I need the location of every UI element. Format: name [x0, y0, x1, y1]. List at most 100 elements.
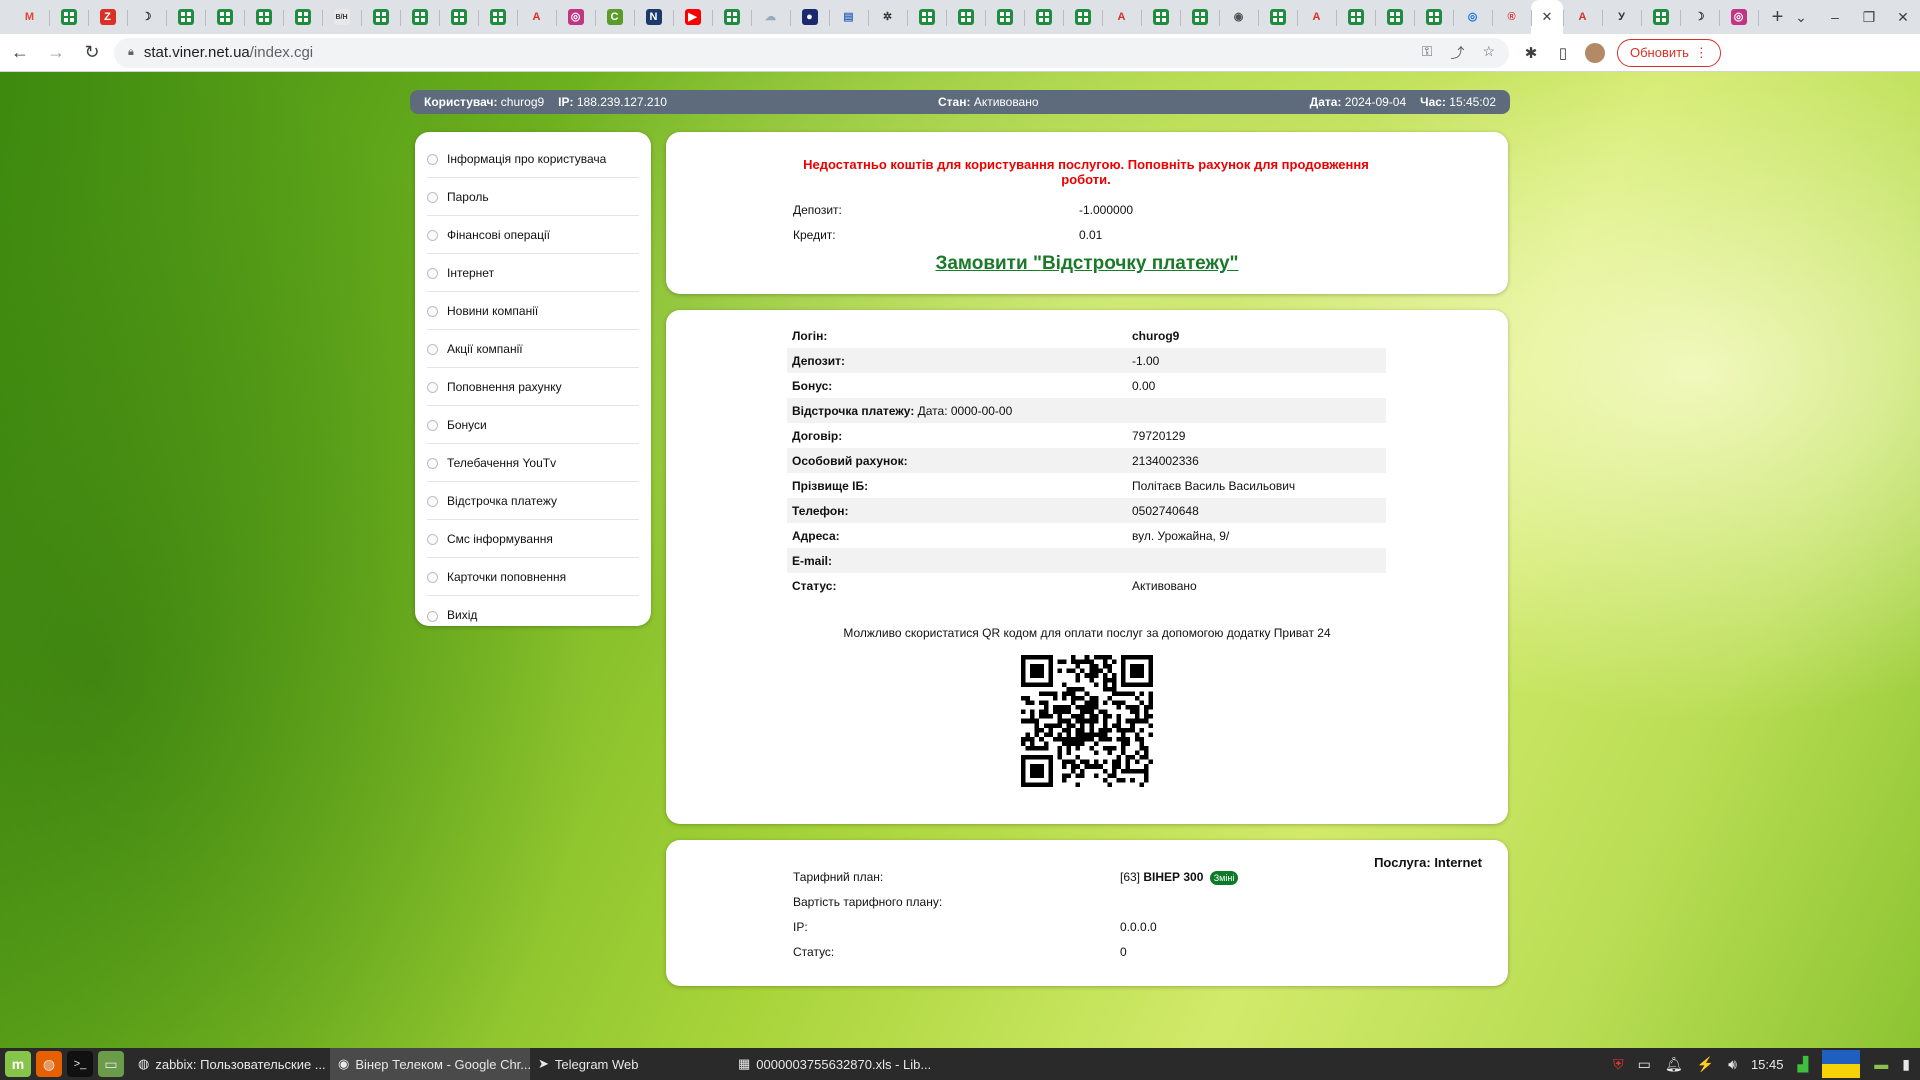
target-icon: ◎ [1467, 10, 1478, 23]
browser-tab-30[interactable] [1180, 0, 1219, 34]
sidebar-item-4[interactable]: Новини компанії [427, 292, 639, 330]
side-panel-icon[interactable]: ▯ [1547, 37, 1579, 69]
system-monitor-icon[interactable]: ▟ [1798, 1056, 1809, 1073]
taskbar-app-3[interactable]: ▦ 0000003755632870.xls - Lib... [730, 1048, 930, 1080]
restore-button[interactable]: ❐ [1852, 0, 1886, 34]
reload-button[interactable]: ↻ [76, 37, 108, 69]
share-icon[interactable]: ⤴ [1450, 43, 1464, 63]
firefox-launcher-icon[interactable]: ◍ [36, 1051, 62, 1077]
show-desktop-icon[interactable]: ▮ [1902, 1056, 1910, 1073]
insufficient-funds-alert: Недостатньо коштів для користування посл… [803, 157, 1369, 187]
browser-tab-1[interactable] [49, 0, 88, 34]
display-icon[interactable]: ▭ [1638, 1056, 1651, 1073]
browser-tab-32[interactable] [1258, 0, 1297, 34]
browser-tab-4[interactable] [166, 0, 205, 34]
trailing-tab-3[interactable]: ☽ [1680, 0, 1719, 34]
profile-avatar[interactable] [1579, 37, 1611, 69]
browser-tab-19[interactable]: ☁ [751, 0, 790, 34]
order-payment-deferral-link[interactable]: Замовити "Відстрочку платежу" [666, 253, 1508, 275]
taskbar-app-1[interactable]: ◉ Вінер Телеком - Google Chr... [330, 1048, 530, 1080]
browser-tab-35[interactable] [1375, 0, 1414, 34]
update-button[interactable]: Обновить ⋮ [1617, 38, 1721, 67]
sidebar-item-3[interactable]: Інтернет [427, 254, 639, 292]
browser-tab-26[interactable] [1024, 0, 1063, 34]
tab-search-button[interactable]: ⌄ [1784, 0, 1818, 34]
browser-tab-10[interactable] [400, 0, 439, 34]
update-label: Обновить [1630, 45, 1689, 60]
browser-tab-9[interactable] [361, 0, 400, 34]
extensions-icon[interactable]: ✱ [1515, 37, 1547, 69]
browser-tab-34[interactable] [1336, 0, 1375, 34]
files-icon[interactable]: ▭ [98, 1051, 124, 1077]
sidebar-item-12[interactable]: Вихід [427, 596, 639, 634]
browser-tab-12[interactable] [478, 0, 517, 34]
browser-tab-6[interactable] [244, 0, 283, 34]
browser-tab-24[interactable] [946, 0, 985, 34]
row-value: 2134002336 [1127, 448, 1386, 473]
sidebar-item-0[interactable]: Інформація про користувача [427, 140, 639, 178]
browser-tab-11[interactable] [439, 0, 478, 34]
notifications-icon[interactable]: 🔔︎ [1665, 1056, 1683, 1073]
browser-tab-33[interactable]: A [1297, 0, 1336, 34]
terminal-icon[interactable]: >_ [67, 1051, 93, 1077]
sidebar-item-6[interactable]: Поповнення рахунку [427, 368, 639, 406]
browser-tab-2[interactable]: Z [88, 0, 127, 34]
browser-tab-8[interactable]: B/H [322, 0, 361, 34]
clock[interactable]: 15:45 [1751, 1057, 1784, 1072]
start-menu-icon[interactable]: m [5, 1051, 31, 1077]
browser-tab-7[interactable] [283, 0, 322, 34]
browser-tab-13[interactable]: A [517, 0, 556, 34]
power-icon[interactable]: ⚡ [1697, 1056, 1714, 1073]
taskbar-app-0[interactable]: ◍ zabbix: Пользовательские ... [130, 1048, 330, 1080]
sidebar-item-7[interactable]: Бонуси [427, 406, 639, 444]
browser-tab-18[interactable] [712, 0, 751, 34]
address-bar[interactable]: 🔒︎ stat.viner.net.ua/index.cgi ⚿ ⤴ ☆ [114, 37, 1509, 68]
key-icon[interactable]: ⚿ [1422, 43, 1433, 63]
sidebar-item-9[interactable]: Відстрочка платежу [427, 482, 639, 520]
workspace-switcher-icon[interactable]: ▬ [1874, 1056, 1888, 1072]
bookmark-star-icon[interactable]: ☆ [1482, 43, 1495, 63]
browser-tab-16[interactable]: N [634, 0, 673, 34]
browser-tab-23[interactable] [907, 0, 946, 34]
browser-tab-21[interactable]: ▤ [829, 0, 868, 34]
sidebar-item-1[interactable]: Пароль [427, 178, 639, 216]
browser-tab-27[interactable] [1063, 0, 1102, 34]
trailing-tab-4[interactable]: ◎ [1719, 0, 1758, 34]
change-tariff-button[interactable]: Змінi [1209, 870, 1239, 885]
trailing-tab-0[interactable]: A [1563, 0, 1602, 34]
browser-tab-20[interactable]: ● [790, 0, 829, 34]
browser-tab-0[interactable]: M [10, 0, 49, 34]
minimize-button[interactable]: – [1818, 0, 1852, 34]
browser-tab-37[interactable]: ◎ [1453, 0, 1492, 34]
browser-tab-38[interactable]: ® [1492, 0, 1531, 34]
browser-tab-31[interactable]: ◉ [1219, 0, 1258, 34]
browser-tab-25[interactable] [985, 0, 1024, 34]
trailing-tab-1[interactable]: У [1602, 0, 1641, 34]
taskbar-app-2[interactable]: ➤ Telegram Web [530, 1048, 680, 1080]
sidebar-item-5[interactable]: Акції компанії [427, 330, 639, 368]
active-tab[interactable]: ✕ [1531, 0, 1563, 34]
browser-tab-15[interactable]: C [595, 0, 634, 34]
site-info-icon[interactable]: 🔒︎ [128, 46, 134, 59]
trailing-tab-2[interactable] [1641, 0, 1680, 34]
back-button[interactable]: ← [4, 37, 36, 69]
sidebar-item-11[interactable]: Карточки поповнення [427, 558, 639, 596]
close-tab-icon[interactable]: ✕ [1542, 9, 1553, 25]
sidebar-item-8[interactable]: Телебачення YouTv [427, 444, 639, 482]
sidebar-item-2[interactable]: Фінансові операції [427, 216, 639, 254]
browser-tab-17[interactable]: ▶ [673, 0, 712, 34]
sidebar-item-10[interactable]: Смс інформування [427, 520, 639, 558]
forward-button[interactable]: → [40, 37, 72, 69]
browser-tab-5[interactable] [205, 0, 244, 34]
browser-tab-14[interactable]: ◎ [556, 0, 595, 34]
keyboard-layout-flag-icon[interactable] [1822, 1050, 1861, 1078]
volume-icon[interactable]: 🔊︎ [1728, 1056, 1737, 1073]
row-label: Депозит: [787, 348, 1127, 373]
browser-tab-36[interactable] [1414, 0, 1453, 34]
browser-tab-3[interactable]: ☽ [127, 0, 166, 34]
close-window-button[interactable]: ✕ [1886, 0, 1920, 34]
browser-tab-22[interactable]: ✲ [868, 0, 907, 34]
browser-tab-29[interactable] [1141, 0, 1180, 34]
browser-tab-28[interactable]: A [1102, 0, 1141, 34]
security-shield-icon[interactable]: ⛨ [1613, 1056, 1624, 1073]
